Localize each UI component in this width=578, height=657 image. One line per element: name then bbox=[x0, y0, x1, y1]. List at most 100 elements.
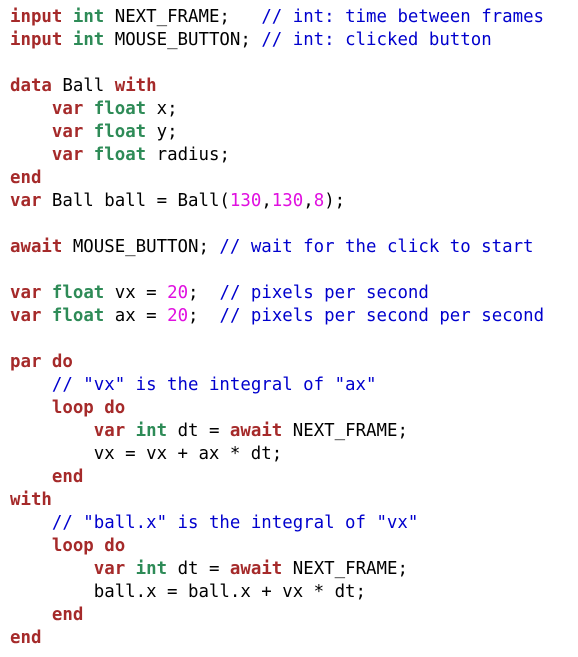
code-line: // "ball.x" is the integral of "vx" bbox=[10, 512, 578, 535]
code-token-keyword: end bbox=[51, 605, 84, 625]
code-line: var float x; bbox=[10, 98, 578, 121]
code-line: input int NEXT_FRAME; // int: time betwe… bbox=[10, 6, 578, 29]
code-token-number: 20 bbox=[167, 306, 189, 326]
code-token-text: Ball bbox=[51, 76, 115, 96]
code-token-comment: // int: time between frames bbox=[261, 7, 545, 27]
code-token-type: float bbox=[93, 145, 147, 165]
code-line: end bbox=[10, 167, 578, 190]
code-token-keyword: par bbox=[10, 352, 42, 372]
code-token-keyword: data bbox=[10, 76, 52, 96]
code-token-keyword: end bbox=[10, 628, 42, 648]
code-line: var float ax = 20; // pixels per second … bbox=[10, 305, 578, 328]
code-line: with bbox=[10, 489, 578, 512]
code-token-text: NEXT_FRAME; bbox=[104, 7, 262, 27]
code-token-text: ax = bbox=[104, 306, 168, 326]
code-token-keyword: with bbox=[10, 490, 52, 510]
code-line: par do bbox=[10, 351, 578, 374]
code-token-number: 8 bbox=[313, 191, 325, 211]
code-line: var float vx = 20; // pixels per second bbox=[10, 282, 578, 305]
code-line: loop do bbox=[10, 397, 578, 420]
code-line: loop do bbox=[10, 535, 578, 558]
code-token-text: dt = bbox=[167, 559, 230, 579]
code-listing: input int NEXT_FRAME; // int: time betwe… bbox=[0, 0, 578, 650]
code-line: end bbox=[10, 604, 578, 627]
code-line: await MOUSE_BUTTON; // wait for the clic… bbox=[10, 236, 578, 259]
code-token-keyword: input bbox=[10, 30, 63, 50]
code-token-text: , bbox=[303, 191, 314, 211]
code-token-keyword: var bbox=[51, 122, 84, 142]
code-token-text: NEXT_FRAME; bbox=[282, 421, 408, 441]
code-token-keyword: end bbox=[51, 467, 84, 487]
code-token-keyword: await bbox=[229, 559, 283, 579]
code-token-keyword: var bbox=[10, 191, 42, 211]
code-line: var int dt = await NEXT_FRAME; bbox=[10, 558, 578, 581]
code-token-text: y; bbox=[146, 122, 178, 142]
code-line: end bbox=[10, 466, 578, 489]
code-line: var float radius; bbox=[10, 144, 578, 167]
code-token-keyword: with bbox=[114, 76, 157, 96]
code-token-keyword: do bbox=[51, 352, 73, 372]
code-token-comment: // int: clicked button bbox=[261, 30, 492, 50]
code-token-keyword: loop bbox=[51, 398, 94, 418]
code-token-keyword: input bbox=[10, 7, 63, 27]
code-token-text: x; bbox=[146, 99, 178, 119]
code-line: // "vx" is the integral of "ax" bbox=[10, 374, 578, 397]
code-token-keyword: var bbox=[51, 99, 84, 119]
code-token-type: int bbox=[72, 30, 105, 50]
code-token-text: ; bbox=[188, 283, 220, 303]
code-line: var int dt = await NEXT_FRAME; bbox=[10, 420, 578, 443]
code-token-keyword: var bbox=[10, 306, 42, 326]
code-token-comment: // "vx" is the integral of "ax" bbox=[51, 375, 377, 395]
code-token-keyword: do bbox=[104, 398, 126, 418]
code-token-text: vx = bbox=[104, 283, 168, 303]
code-token-keyword: var bbox=[93, 421, 126, 441]
code-token-text: Ball ball = Ball( bbox=[41, 191, 230, 211]
code-token-type: float bbox=[93, 99, 147, 119]
code-token-keyword: end bbox=[10, 168, 42, 188]
code-line: ball.x = ball.x + vx * dt; bbox=[10, 581, 578, 604]
code-token-text: vx = vx + ax * dt; bbox=[10, 444, 283, 464]
code-token-text: ball.x = ball.x + vx * dt; bbox=[10, 582, 366, 602]
code-line: end bbox=[10, 627, 578, 650]
code-token-keyword: var bbox=[93, 559, 126, 579]
code-line: var float y; bbox=[10, 121, 578, 144]
code-token-keyword: var bbox=[51, 145, 84, 165]
code-line: data Ball with bbox=[10, 75, 578, 98]
code-token-type: int bbox=[135, 421, 168, 441]
code-token-type: float bbox=[93, 122, 147, 142]
code-token-number: 130 bbox=[229, 191, 262, 211]
code-token-text: ); bbox=[324, 191, 346, 211]
code-token-type: float bbox=[51, 283, 105, 303]
code-token-text: radius; bbox=[146, 145, 230, 165]
code-token-number: 130 bbox=[271, 191, 304, 211]
code-token-comment: // wait for the click to start bbox=[219, 237, 534, 257]
code-token-text: MOUSE_BUTTON; bbox=[104, 30, 262, 50]
code-token-keyword: var bbox=[10, 283, 42, 303]
code-token-text: , bbox=[261, 191, 272, 211]
code-token-type: int bbox=[72, 7, 105, 27]
code-token-text: dt = bbox=[167, 421, 230, 441]
